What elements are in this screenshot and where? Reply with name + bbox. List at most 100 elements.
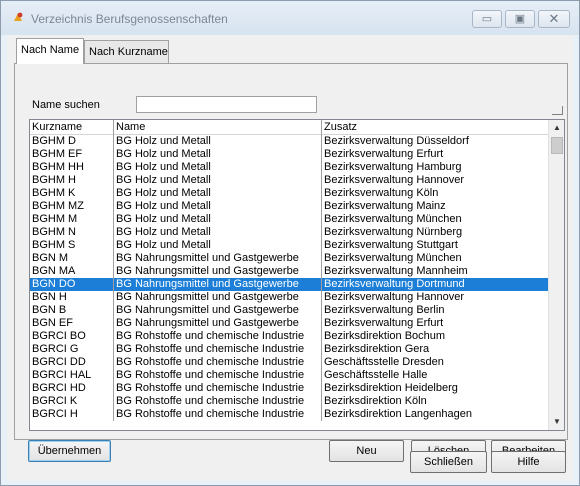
cell-name: BG Nahrungsmittel und Gastgewerbe [114, 304, 322, 317]
cell-kurzname: BGHM D [30, 135, 114, 148]
cell-name: BG Holz und Metall [114, 226, 322, 239]
cell-kurzname: BGN M [30, 252, 114, 265]
scroll-up-icon[interactable]: ▲ [549, 120, 564, 136]
cell-zusatz: Bezirksdirektion Heidelberg [324, 382, 458, 394]
hilfe-button[interactable]: Hilfe [491, 451, 566, 473]
column-header-zusatz[interactable]: Zusatz [322, 120, 548, 135]
cell-zusatz: Geschäftsstelle Halle [324, 369, 428, 381]
cell-name: BG Rohstoffe und chemische Industrie [114, 343, 322, 356]
cell-zusatz: Bezirksverwaltung Erfurt [324, 317, 444, 329]
scroll-down-icon[interactable]: ▼ [549, 414, 564, 430]
cell-zusatz: Bezirksverwaltung Mannheim [324, 265, 468, 277]
schliessen-button[interactable]: Schließen [410, 451, 487, 473]
table-row[interactable]: BGHM D BG Holz und Metall Bezirksverwaltun… [30, 135, 548, 148]
cell-name: BG Rohstoffe und chemische Industrie [114, 369, 322, 382]
column-header-kurzname[interactable]: Kurzname [30, 120, 114, 135]
table-row[interactable]: BGHM HH BG Holz und Metall Bezirksverwaltu… [30, 161, 548, 174]
cell-name: BG Nahrungsmittel und Gastgewerbe [114, 278, 322, 291]
cell-zusatz: Bezirksdirektion Langenhagen [324, 408, 472, 420]
dialog-window: Verzeichnis Berufsgenossenschaften ▭ ▣ ✕… [0, 0, 580, 486]
table-row[interactable]: BGHM N BG Holz und Metall Bezirksverwaltun… [30, 226, 548, 239]
cell-name: BG Rohstoffe und chemische Industrie [114, 330, 322, 343]
cell-zusatz: Bezirksdirektion Köln [324, 395, 427, 407]
title-bar[interactable]: Verzeichnis Berufsgenossenschaften ▭ ▣ ✕ [1, 1, 579, 35]
search-input[interactable] [136, 96, 317, 113]
table-row[interactable]: BGHM M BG Holz und Metall Bezirksverwaltun… [30, 213, 548, 226]
cell-zusatz: Bezirksverwaltung Stuttgart [324, 239, 458, 251]
table-row[interactable]: BGRCI BO BG Rohstoffe und chemische Indus… [30, 330, 548, 343]
table-row[interactable]: BGHM H BG Holz und Metall Bezirksverwaltun… [30, 174, 548, 187]
cell-kurzname: BGRCI HAL [30, 369, 114, 382]
cell-zusatz: Bezirksverwaltung Hamburg [324, 161, 462, 173]
table-row[interactable]: BGHM EF BG Holz und Metall Bezirksverwaltu… [30, 148, 548, 161]
table-row[interactable]: BGN H BG Nahrungsmittel und Gastgewerbe Be… [30, 291, 548, 304]
vertical-scrollbar[interactable]: ▲ ▼ [548, 120, 564, 430]
cell-name: BG Holz und Metall [114, 187, 322, 200]
cell-name: BG Holz und Metall [114, 174, 322, 187]
table-row[interactable]: BGN M BG Nahrungsmittel und Gastgewerbe Be… [30, 252, 548, 265]
neu-button[interactable]: Neu [329, 440, 404, 462]
tab-panel: Name suchen Kurzname Name Zusatz BGHM DB… [14, 63, 568, 462]
table-row[interactable]: BGN MA BG Nahrungsmittel und Gastgewerbe B… [30, 265, 548, 278]
minimize-button[interactable]: ▭ [472, 10, 502, 28]
scroll-thumb[interactable] [551, 137, 563, 154]
cell-kurzname: BGN EF [30, 317, 114, 330]
tab-nach-kurzname[interactable]: Nach Kurzname [84, 40, 169, 63]
cell-kurzname: BGN H [30, 291, 114, 304]
results-table: Kurzname Name Zusatz BGHM D BG Holz und M… [29, 119, 565, 431]
cell-kurzname: BGHM H [30, 174, 114, 187]
table-row[interactable]: BGHM S BG Holz und Metall Bezirksverwaltun… [30, 239, 548, 252]
cell-name: BG Nahrungsmittel und Gastgewerbe [114, 265, 322, 278]
cell-kurzname: BGHM HH [30, 161, 114, 174]
table-row[interactable]: BGHM K BG Holz und Metall Bezirksverwaltun… [30, 187, 548, 200]
cell-zusatz: Bezirksverwaltung München [324, 252, 462, 264]
cell-kurzname: BGRCI DD [30, 356, 114, 369]
dialog-client-area: Nach Name Nach Kurzname Name suchen Kurz… [7, 35, 573, 481]
cell-kurzname: BGN MA [30, 265, 114, 278]
cell-zusatz: Bezirksdirektion Bochum [324, 330, 446, 342]
close-button[interactable]: ✕ [538, 10, 570, 28]
tab-nach-name[interactable]: Nach Name [16, 38, 85, 64]
cell-zusatz: Geschäftsstelle Dresden [324, 356, 444, 368]
resize-handle-icon [552, 106, 563, 115]
cell-name: BG Rohstoffe und chemische Industrie [114, 382, 322, 395]
cell-name: BG Rohstoffe und chemische Industrie [114, 356, 322, 369]
table-row[interactable]: BGHM MZ BG Holz und Metall Bezirksverwaltu… [30, 200, 548, 213]
table-row[interactable]: BGN DO BG Nahrungsmittel und Gastgewerbe B… [30, 278, 548, 291]
table-row[interactable]: BGRCI K BG Rohstoffe und chemische Indust… [30, 395, 548, 408]
cell-zusatz: Bezirksverwaltung Mainz [324, 200, 446, 212]
cell-kurzname: BGN B [30, 304, 114, 317]
table-row[interactable]: BGN B BG Nahrungsmittel und Gastgewerbe Be… [30, 304, 548, 317]
cell-name: BG Holz und Metall [114, 213, 322, 226]
cell-name: BG Rohstoffe und chemische Industrie [114, 395, 322, 408]
cell-zusatz: Bezirksdirektion Gera [324, 343, 430, 355]
table-row[interactable]: BGN EF BG Nahrungsmittel und Gastgewerbe B… [30, 317, 548, 330]
table-row[interactable]: BGRCI HAL BG Rohstoffe und chemische Indu… [30, 369, 548, 382]
table-row[interactable]: BGRCI G BG Rohstoffe und chemische Indust… [30, 343, 548, 356]
cell-zusatz: Bezirksverwaltung Hannover [324, 174, 465, 186]
cell-zusatz: Bezirksverwaltung Köln [324, 187, 439, 199]
maximize-button[interactable]: ▣ [505, 10, 535, 28]
cell-zusatz: Bezirksverwaltung Düsseldorf [324, 135, 469, 147]
cell-kurzname: BGHM K [30, 187, 114, 200]
cell-kurzname: BGHM S [30, 239, 114, 252]
cell-name: BG Nahrungsmittel und Gastgewerbe [114, 317, 322, 330]
cell-kurzname: BGHM N [30, 226, 114, 239]
cell-kurzname: BGHM MZ [30, 200, 114, 213]
cell-zusatz: Bezirksverwaltung Hannover [324, 291, 465, 303]
table-row[interactable]: BGRCI HD BG Rohstoffe und chemische Indus… [30, 382, 548, 395]
cell-kurzname: BGHM M [30, 213, 114, 226]
cell-zusatz: Bezirksverwaltung Erfurt [324, 148, 444, 160]
table-row[interactable]: BGRCI H BG Rohstoffe und chemische Indust… [30, 408, 548, 421]
table-row[interactable]: BGRCI DD BG Rohstoffe und chemische Indus… [30, 356, 548, 369]
window-title: Verzeichnis Berufsgenossenschaften [31, 12, 228, 26]
cell-kurzname: BGRCI G [30, 343, 114, 356]
cell-name: BG Rohstoffe und chemische Industrie [114, 408, 322, 421]
uebernehmen-button[interactable]: Übernehmen [28, 440, 111, 462]
cell-kurzname: BGRCI BO [30, 330, 114, 343]
table-body: BGHM D BG Holz und Metall Bezirksverwaltun… [30, 135, 548, 421]
column-header-name[interactable]: Name [114, 120, 322, 135]
cell-zusatz: Bezirksverwaltung München [324, 213, 462, 225]
cell-name: BG Holz und Metall [114, 239, 322, 252]
cell-zusatz: Bezirksverwaltung Dortmund [324, 278, 465, 290]
